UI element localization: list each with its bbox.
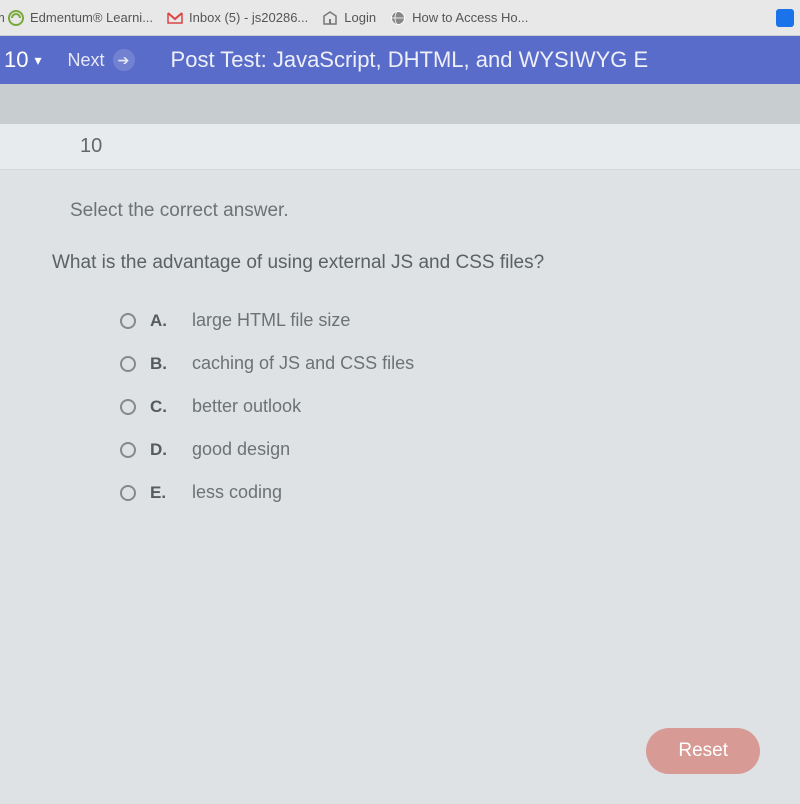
question-selector[interactable]: 10 ▾ [0,47,42,73]
login-icon [322,10,338,26]
answer-letter: A. [150,311,178,331]
bookmark-label: Login [344,10,376,25]
bookmark-howto[interactable]: How to Access Ho... [390,10,528,26]
selector-value: 10 [4,47,28,73]
bookmark-edmentum[interactable]: Edmentum® Learni... [8,10,153,26]
question-card: 10 Select the correct answer. What is th… [0,124,800,804]
answer-text: good design [192,439,290,460]
chevron-down-icon: ▾ [34,52,41,69]
globe-icon [390,10,406,26]
answers-list: A. large HTML file size B. caching of JS… [70,310,760,503]
reset-button[interactable]: Reset [646,728,760,774]
next-button[interactable]: Next ➔ [62,49,141,71]
bookmark-overflow-icon[interactable] [776,9,794,27]
answer-letter: D. [150,440,178,460]
arrow-right-icon: ➔ [113,49,135,71]
radio-icon [120,356,136,372]
answer-option-c[interactable]: C. better outlook [120,396,760,417]
content-area: 10 Select the correct answer. What is th… [0,84,800,804]
gmail-icon [167,10,183,26]
bookmark-login[interactable]: Login [322,10,376,26]
radio-icon [120,485,136,501]
answer-option-d[interactable]: D. good design [120,439,760,460]
bookmark-label: How to Access Ho... [412,10,528,25]
answer-option-e[interactable]: E. less coding [120,482,760,503]
truncated-char: m [0,10,5,25]
bookmark-inbox[interactable]: Inbox (5) - js20286... [167,10,308,26]
answer-letter: B. [150,354,178,374]
answer-text: caching of JS and CSS files [192,353,414,374]
bookmarks-bar: m Edmentum® Learni... Inbox (5) - js2028… [0,0,800,36]
question-body: Select the correct answer. What is the a… [0,170,800,503]
test-title: Post Test: JavaScript, DHTML, and WYSIWY… [171,47,649,73]
answer-option-a[interactable]: A. large HTML file size [120,310,760,331]
question-number: 10 [0,124,800,170]
instruction-text: Select the correct answer. [70,200,760,222]
answer-letter: C. [150,397,178,417]
next-label: Next [68,50,105,71]
radio-icon [120,399,136,415]
test-header-bar: 10 ▾ Next ➔ Post Test: JavaScript, DHTML… [0,36,800,84]
answer-text: less coding [192,482,282,503]
radio-icon [120,313,136,329]
edmentum-icon [8,10,24,26]
question-prompt: What is the advantage of using external … [52,252,760,274]
radio-icon [120,442,136,458]
bookmark-label: Edmentum® Learni... [30,10,153,25]
answer-letter: E. [150,483,178,503]
bookmark-label: Inbox (5) - js20286... [189,10,308,25]
answer-option-b[interactable]: B. caching of JS and CSS files [120,353,760,374]
answer-text: large HTML file size [192,310,350,331]
answer-text: better outlook [192,396,301,417]
